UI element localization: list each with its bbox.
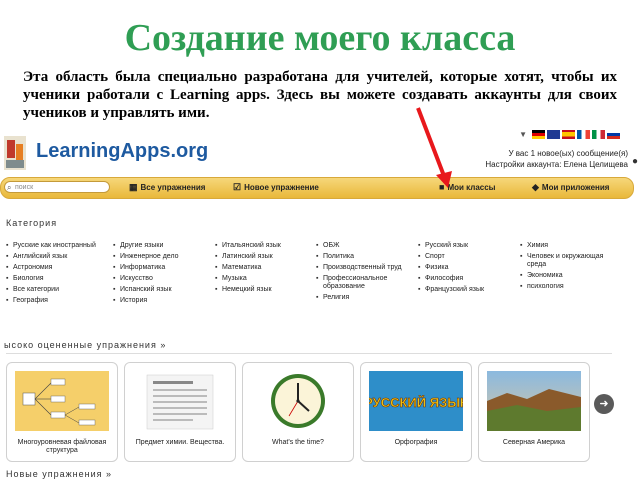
- category-link[interactable]: Все категории: [6, 286, 102, 294]
- flag-ru-icon[interactable]: [607, 130, 620, 139]
- category-column-2: Другие языки Инженерное дело Информатика…: [113, 242, 209, 308]
- category-link[interactable]: Человек и окружающая среда: [520, 253, 616, 269]
- logo-image: [4, 136, 26, 170]
- russian-language-text: РУССКИЙ ЯЗЫК: [369, 395, 463, 410]
- flag-de-icon[interactable]: [532, 130, 545, 139]
- top-rated-heading[interactable]: ысоко оцененные упражнения »: [4, 340, 166, 350]
- landscape-thumbnail: [487, 371, 581, 431]
- category-link[interactable]: Философия: [418, 275, 514, 283]
- apps-icon: ◆: [532, 182, 539, 192]
- category-link[interactable]: Итальянский язык: [215, 242, 311, 250]
- category-link[interactable]: Искусство: [113, 275, 209, 283]
- category-link[interactable]: психология: [520, 283, 616, 291]
- category-column-3: Итальянский язык Латинский язык Математи…: [215, 242, 311, 297]
- nav-my-apps[interactable]: ◆ Мои приложения: [532, 181, 609, 194]
- category-column-4: ОБЖ Политика Производственный труд Профе…: [316, 242, 412, 305]
- grid-icon: ▦: [129, 182, 138, 192]
- exercise-title[interactable]: Предмет химии. Вещества.: [127, 439, 233, 447]
- edit-icon: ☑: [233, 182, 242, 192]
- category-link[interactable]: Инженерное дело: [113, 253, 209, 261]
- exercise-title[interactable]: Орфография: [363, 439, 469, 447]
- category-link[interactable]: Музыка: [215, 275, 311, 283]
- nav-my-apps-label: Мои приложения: [541, 183, 610, 192]
- category-link[interactable]: ОБЖ: [316, 242, 412, 250]
- flag-it-icon[interactable]: [592, 130, 605, 139]
- category-link[interactable]: Политика: [316, 253, 412, 261]
- category-link[interactable]: Математика: [215, 264, 311, 272]
- account-settings-link[interactable]: Настройки аккаунта: Елена Целищева: [485, 159, 628, 170]
- category-link[interactable]: Другие языки: [113, 242, 209, 250]
- category-link[interactable]: География: [6, 297, 102, 305]
- flag-es-icon[interactable]: [562, 130, 575, 139]
- chevron-down-icon[interactable]: ▼: [519, 130, 527, 139]
- user-info[interactable]: У вас 1 новое(ых) сообщение(я) Настройки…: [485, 148, 628, 170]
- exercise-title[interactable]: What's the time?: [245, 439, 351, 447]
- exercise-card[interactable]: Многоуровневая файловая структура: [6, 362, 118, 462]
- main-navbar: ⌕ поиск ▦ Все упражнения ☑ Новое упражнени…: [0, 177, 634, 199]
- category-link[interactable]: Биология: [6, 275, 102, 283]
- class-icon: ■: [439, 182, 445, 192]
- messages-link[interactable]: У вас 1 новое(ых) сообщение(я): [485, 148, 628, 159]
- category-column-1: Русские как иностранный Английский язык …: [6, 242, 102, 308]
- nav-new-exercise[interactable]: ☑ Новое упражнение: [233, 181, 319, 194]
- category-link[interactable]: Экономика: [520, 272, 616, 280]
- category-link[interactable]: Французский язык: [418, 286, 514, 294]
- category-link[interactable]: Английский язык: [6, 253, 102, 261]
- exercise-title[interactable]: Многоуровневая файловая структура: [9, 439, 115, 455]
- clock-thumbnail: [251, 371, 345, 431]
- nav-my-classes[interactable]: ■ Мои классы: [439, 181, 496, 194]
- category-link[interactable]: Спорт: [418, 253, 514, 261]
- category-link[interactable]: Профессиональное образование: [316, 275, 412, 291]
- category-link[interactable]: Информатика: [113, 264, 209, 272]
- exercise-card[interactable]: What's the time?: [242, 362, 354, 462]
- flag-uk-icon[interactable]: [547, 130, 560, 139]
- nav-new-exercise-label: Новое упражнение: [244, 183, 319, 192]
- file-tree-thumbnail: [15, 371, 109, 431]
- category-link[interactable]: Физика: [418, 264, 514, 272]
- category-link[interactable]: Латинский язык: [215, 253, 311, 261]
- category-heading: Категория: [6, 218, 58, 228]
- brand-logo[interactable]: LearningApps.org: [30, 136, 214, 166]
- document-thumbnail: [133, 371, 227, 431]
- category-link[interactable]: Испанский язык: [113, 286, 209, 294]
- nav-all-exercises[interactable]: ▦ Все упражнения: [129, 181, 205, 194]
- search-icon: ⌕: [7, 183, 12, 192]
- learningapps-screenshot: LearningApps.org ▼ У вас 1 новое(ых) соо…: [0, 126, 640, 480]
- flag-fr-icon[interactable]: [577, 130, 590, 139]
- category-link[interactable]: История: [113, 297, 209, 305]
- category-link[interactable]: Русские как иностранный: [6, 242, 102, 250]
- category-link[interactable]: Религия: [316, 294, 412, 302]
- category-column-5: Русский язык Спорт Физика Философия Фран…: [418, 242, 514, 297]
- category-link[interactable]: Химия: [520, 242, 616, 250]
- next-arrow-icon[interactable]: ➜: [594, 394, 614, 414]
- language-flags[interactable]: ▼: [519, 130, 620, 139]
- divider: [6, 353, 612, 354]
- slide-description: Эта область была специально разработана …: [23, 69, 617, 121]
- russian-language-thumbnail: РУССКИЙ ЯЗЫК: [369, 371, 463, 431]
- search-input[interactable]: ⌕ поиск: [4, 181, 110, 193]
- nav-my-classes-label: Мои классы: [447, 183, 496, 192]
- new-exercises-heading[interactable]: Новые упражнения »: [6, 469, 112, 479]
- search-placeholder: поиск: [15, 184, 34, 191]
- nav-all-exercises-label: Все упражнения: [140, 183, 206, 192]
- category-link[interactable]: Астрономия: [6, 264, 102, 272]
- category-link[interactable]: Немецкий язык: [215, 286, 311, 294]
- slide-title: Создание моего класса: [124, 17, 516, 59]
- exercise-card[interactable]: РУССКИЙ ЯЗЫК Орфография: [360, 362, 472, 462]
- category-link[interactable]: Производственный труд: [316, 264, 412, 272]
- exercise-card[interactable]: Предмет химии. Вещества.: [124, 362, 236, 462]
- user-icon[interactable]: ●: [632, 156, 638, 167]
- exercise-title[interactable]: Северная Америка: [481, 439, 587, 447]
- category-column-6: Химия Человек и окружающая среда Экономи…: [520, 242, 616, 294]
- exercise-card[interactable]: Северная Америка: [478, 362, 590, 462]
- category-link[interactable]: Русский язык: [418, 242, 514, 250]
